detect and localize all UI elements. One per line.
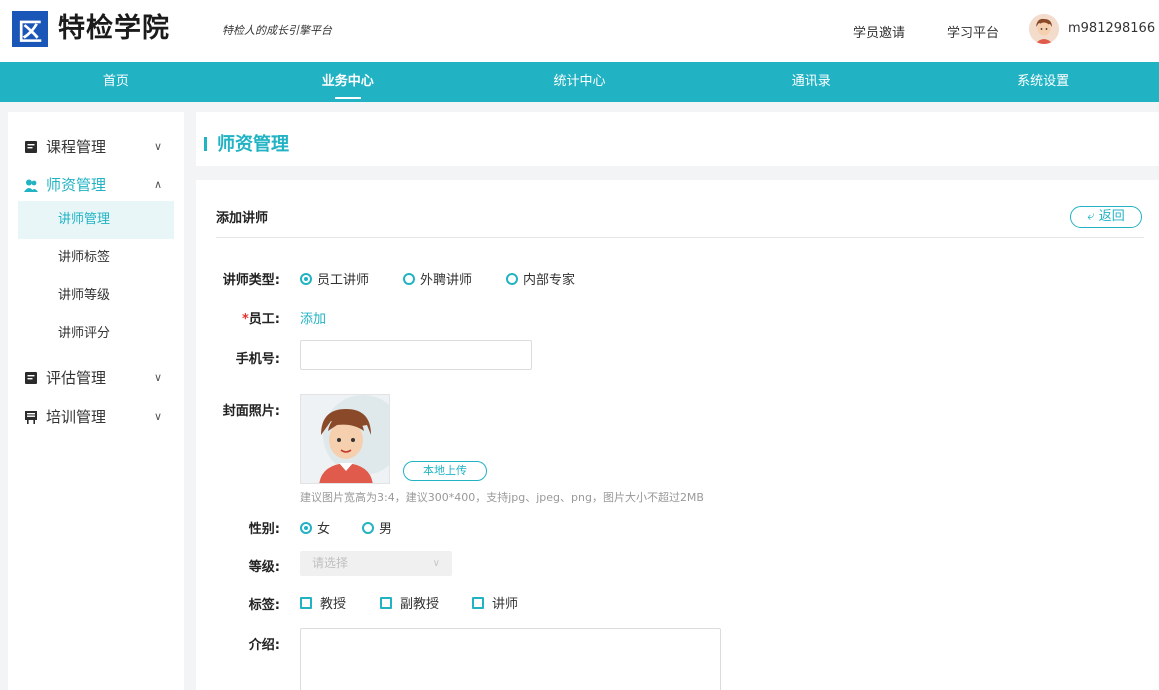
sidebar-item-teacher-tags[interactable]: 讲师标签 <box>18 239 174 277</box>
slogan: 特检人的成长引擎平台 <box>222 24 332 37</box>
main-nav: 首页 业务中心 统计中心 通讯录 系统设置 <box>0 62 1159 102</box>
brand-name: 特检学院 <box>58 13 170 44</box>
nav-home[interactable]: 首页 <box>0 62 232 102</box>
top-header: 区 特检学院 特检人的成长引擎平台 学员邀请 学习平台 m981298166 <box>0 0 1159 62</box>
sidebar-group-evaluation[interactable]: 评估管理 ∨ <box>24 367 162 388</box>
checkbox-icon <box>472 596 484 609</box>
checkbox-icon <box>300 596 312 609</box>
radio-label: 员工讲师 <box>317 273 370 288</box>
page-title: 师资管理 <box>204 130 289 156</box>
level-placeholder: 请选择 <box>312 556 349 570</box>
sidebar-group-label: 师资管理 <box>46 176 107 194</box>
local-upload-button[interactable]: 本地上传 <box>403 461 487 481</box>
radio-employee-teacher[interactable]: 员工讲师 <box>300 269 369 288</box>
intro-label: 介绍: <box>248 638 280 653</box>
teacher-type-label: 讲师类型: <box>222 273 280 288</box>
cover-photo-preview[interactable] <box>300 394 390 484</box>
phone-input[interactable] <box>300 340 532 370</box>
sidebar-group-faculty[interactable]: 师资管理 ∧ <box>24 174 162 195</box>
employee-label-text: 员工: <box>248 312 280 327</box>
checkbox-associate-professor[interactable]: 副教授 <box>380 593 439 612</box>
chevron-down-icon: ∨ <box>432 558 440 569</box>
checkbox-icon <box>380 596 392 609</box>
chevron-down-icon: ∨ <box>154 371 163 384</box>
employee-label: *员工: <box>210 308 280 327</box>
intro-textarea[interactable] <box>300 628 721 690</box>
radio-icon <box>300 521 312 534</box>
learning-platform-link[interactable]: 学习平台 <box>947 22 999 41</box>
nav-system-settings[interactable]: 系统设置 <box>927 62 1159 102</box>
sidebar: 课程管理 ∨ 师资管理 ∧ 讲师管理 讲师标签 讲师等级 讲师评分 评估管理 ∨… <box>8 112 184 690</box>
checkbox-label: 讲师 <box>492 597 519 612</box>
training-icon <box>24 410 38 424</box>
nav-contacts[interactable]: 通讯录 <box>695 62 927 102</box>
phone-label: 手机号: <box>235 352 280 367</box>
radio-label: 外聘讲师 <box>420 273 473 288</box>
username[interactable]: m981298166 <box>1068 21 1155 36</box>
radio-external-teacher[interactable]: 外聘讲师 <box>403 269 472 288</box>
page-header: 师资管理 <box>196 112 1159 166</box>
radio-label: 女 <box>317 522 331 537</box>
checkbox-label: 副教授 <box>400 597 440 612</box>
tags-label: 标签: <box>248 598 280 613</box>
sidebar-group-label: 评估管理 <box>46 369 107 387</box>
required-mark: * <box>241 312 249 327</box>
checkbox-professor[interactable]: 教授 <box>300 593 346 612</box>
add-teacher-panel: 添加讲师 ⤶ 返回 讲师类型: 员工讲师 外聘讲师 内部专家 *员工: 添加 手… <box>196 180 1159 690</box>
radio-label: 男 <box>379 522 393 537</box>
cover-label: 封面照片: <box>222 404 280 419</box>
level-select[interactable]: 请选择 ∨ <box>300 551 452 576</box>
divider <box>216 237 1144 238</box>
back-arrow-icon: ⤶ <box>1087 209 1095 224</box>
chevron-down-icon: ∨ <box>154 410 163 423</box>
add-employee-link[interactable]: 添加 <box>300 308 326 327</box>
radio-female[interactable]: 女 <box>300 518 330 537</box>
logo-icon: 区 <box>12 11 48 47</box>
teacher-icon <box>24 178 38 192</box>
book-icon <box>24 371 38 385</box>
gender-label: 性别: <box>248 522 280 537</box>
back-label: 返回 <box>1098 209 1125 224</box>
radio-label: 内部专家 <box>523 273 576 288</box>
chevron-down-icon: ∨ <box>154 140 163 153</box>
sidebar-item-teacher-ratings[interactable]: 讲师评分 <box>18 315 174 353</box>
sidebar-item-teacher-levels[interactable]: 讲师等级 <box>18 277 174 315</box>
panel-title: 添加讲师 <box>216 211 269 226</box>
radio-male[interactable]: 男 <box>362 518 392 537</box>
sidebar-group-label: 培训管理 <box>46 408 107 426</box>
nav-statistics-center[interactable]: 统计中心 <box>464 62 696 102</box>
checkbox-label: 教授 <box>320 597 347 612</box>
sidebar-item-teacher-management[interactable]: 讲师管理 <box>18 201 174 239</box>
sidebar-group-label: 课程管理 <box>46 138 107 156</box>
radio-icon <box>362 521 374 534</box>
invite-link[interactable]: 学员邀请 <box>853 22 905 41</box>
radio-internal-expert[interactable]: 内部专家 <box>506 269 575 288</box>
book-icon <box>24 140 38 154</box>
nav-business-center[interactable]: 业务中心 <box>232 62 464 102</box>
sidebar-group-training[interactable]: 培训管理 ∨ <box>24 406 162 427</box>
radio-icon <box>506 272 518 285</box>
radio-icon <box>403 272 415 285</box>
radio-icon <box>300 272 312 285</box>
sidebar-group-course[interactable]: 课程管理 ∨ <box>24 136 162 157</box>
checkbox-lecturer[interactable]: 讲师 <box>472 593 518 612</box>
avatar[interactable] <box>1029 14 1059 44</box>
level-label: 等级: <box>248 560 280 575</box>
chevron-up-icon: ∧ <box>154 178 163 191</box>
cover-hint: 建议图片宽高为3:4，建议300*400，支持jpg、jpeg、png，图片大小… <box>300 491 704 504</box>
back-button[interactable]: ⤶ 返回 <box>1070 206 1142 228</box>
